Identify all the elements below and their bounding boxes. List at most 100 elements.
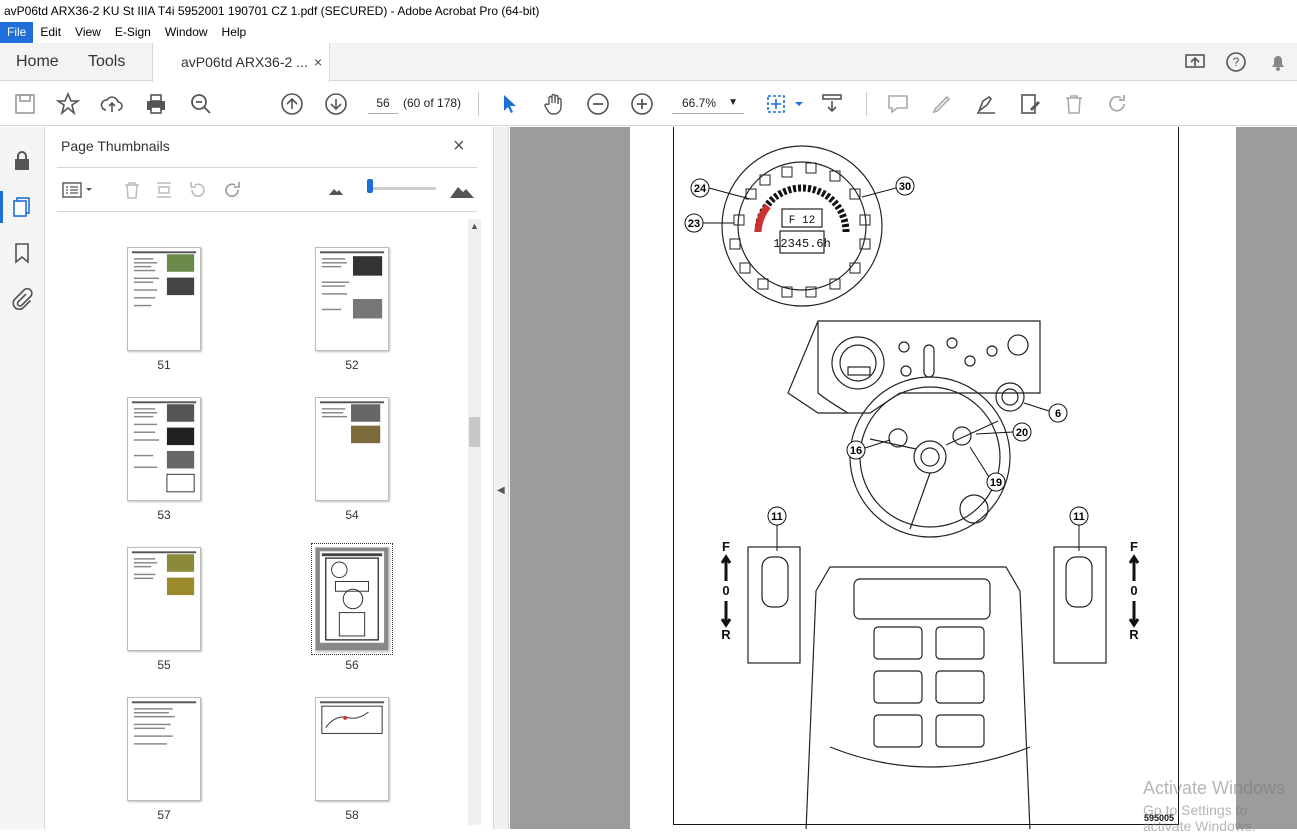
- toolbar-separator: [478, 92, 479, 116]
- menu-esign[interactable]: E-Sign: [108, 22, 158, 43]
- left-rail: [0, 127, 45, 829]
- zoom-in-icon[interactable]: [630, 92, 654, 116]
- upload-cloud-icon[interactable]: [100, 92, 124, 116]
- page-thumbnail-51[interactable]: [127, 247, 201, 351]
- menu-edit[interactable]: Edit: [33, 22, 68, 43]
- panel-divider: [57, 167, 477, 168]
- print-icon[interactable]: [144, 92, 168, 116]
- thumbnail-label: 56: [345, 658, 359, 672]
- collapse-panel-icon[interactable]: ◀: [497, 485, 505, 496]
- page-fit-icon[interactable]: [764, 92, 788, 116]
- save-icon[interactable]: [13, 92, 37, 116]
- page-thumbnail-58[interactable]: [315, 697, 389, 801]
- panel-close-icon[interactable]: ×: [453, 135, 465, 158]
- menu-window[interactable]: Window: [158, 22, 215, 43]
- delete-page-icon[interactable]: [121, 179, 143, 201]
- page-thumbnail-54[interactable]: [315, 397, 389, 501]
- tab-document[interactable]: avP06td ARX36-2 ... ×: [152, 43, 330, 82]
- help-icon[interactable]: ?: [1225, 51, 1247, 73]
- options-menu-icon[interactable]: [61, 179, 95, 201]
- zoom-value: 66.7%: [682, 96, 717, 110]
- panel-divider: [57, 211, 477, 212]
- sign-pen-icon[interactable]: [974, 92, 998, 116]
- page-thumbnail-56[interactable]: [311, 543, 393, 655]
- edit-document-icon[interactable]: [1018, 92, 1042, 116]
- hand-tool-icon[interactable]: [542, 92, 566, 116]
- attachment-icon[interactable]: [10, 287, 34, 311]
- page-thumbnail-52[interactable]: [315, 247, 389, 351]
- svg-text:19: 19: [990, 477, 1002, 489]
- thumbnail-size-slider[interactable]: [368, 187, 436, 190]
- menu-bar: File Edit View E-Sign Window Help: [0, 22, 1297, 43]
- highlight-pen-icon[interactable]: [930, 92, 954, 116]
- thumbnail-label: 57: [157, 808, 171, 822]
- comment-icon[interactable]: [886, 92, 910, 116]
- svg-text:11: 11: [771, 511, 783, 523]
- callout-11-right: 11: [1069, 506, 1089, 551]
- menu-help[interactable]: Help: [215, 22, 254, 43]
- thumbnail-label: 52: [345, 358, 359, 372]
- bell-icon[interactable]: [1267, 51, 1289, 73]
- pdf-page: F 12 12345.6h 24 30 23 6 20 16 19 11 11 …: [630, 127, 1236, 829]
- bookmark-icon[interactable]: [10, 241, 34, 265]
- callout-24: 24: [690, 178, 751, 200]
- tab-close-icon[interactable]: ×: [314, 43, 322, 81]
- scroll-mode-icon[interactable]: [820, 92, 844, 116]
- main-toolbar: 56 (60 of 178) 66.7% ▼: [0, 82, 1297, 126]
- svg-text:20: 20: [1016, 427, 1028, 439]
- extract-page-icon[interactable]: [153, 179, 175, 201]
- slider-handle[interactable]: [367, 179, 373, 193]
- next-page-icon[interactable]: [324, 92, 348, 116]
- panel-title: Page Thumbnails: [61, 138, 170, 154]
- callout-6: 6: [1023, 402, 1068, 423]
- large-thumbnail-icon[interactable]: [449, 179, 475, 201]
- page-number-input[interactable]: 56: [368, 92, 398, 114]
- page-thumbnail-57[interactable]: [127, 697, 201, 801]
- scrollbar-thumb[interactable]: [469, 417, 480, 447]
- zoom-search-icon[interactable]: [189, 92, 213, 116]
- thumbnail-scrollbar[interactable]: ▲: [468, 219, 481, 825]
- chevron-down-icon[interactable]: [787, 92, 803, 116]
- page-thumbnail-53[interactable]: [127, 397, 201, 501]
- thumbnail-toolbar: [57, 177, 477, 205]
- previous-page-icon[interactable]: [280, 92, 304, 116]
- zoom-out-icon[interactable]: [586, 92, 610, 116]
- redo-icon[interactable]: [1106, 92, 1130, 116]
- lever-label-f-right: F: [1130, 539, 1138, 554]
- share-screen-icon[interactable]: [1184, 51, 1206, 73]
- menu-view[interactable]: View: [68, 22, 108, 43]
- scroll-up-icon[interactable]: ▲: [470, 221, 479, 231]
- page-count-label: (60 of 178): [403, 96, 462, 110]
- tab-tools[interactable]: Tools: [88, 43, 125, 81]
- activation-watermark-title: Activate Windows: [1143, 778, 1286, 798]
- toolbar-separator: [866, 92, 867, 116]
- thumbnail-label: 58: [345, 808, 359, 822]
- zoom-select[interactable]: 66.7% ▼: [672, 92, 744, 114]
- page-thumbnail-55[interactable]: [127, 547, 201, 651]
- rotate-right-icon[interactable]: [221, 179, 243, 201]
- callout-30: 30: [861, 176, 915, 198]
- small-thumbnail-icon[interactable]: [327, 179, 345, 201]
- lever-label-r-right: R: [1129, 627, 1139, 642]
- callout-16: 16: [846, 439, 891, 460]
- tab-bar: Home Tools avP06td ARX36-2 ... × ?: [0, 43, 1297, 82]
- tab-document-label: avP06td ARX36-2 ...: [181, 54, 308, 70]
- lever-label-r-left: R: [721, 627, 731, 642]
- page-thumbnails-icon[interactable]: [0, 191, 34, 223]
- tab-home[interactable]: Home: [16, 43, 59, 81]
- select-cursor-icon[interactable]: [498, 92, 522, 116]
- panel-splitter[interactable]: ◀: [493, 127, 509, 829]
- display-hours-text: 12345.6h: [773, 237, 831, 251]
- svg-text:6: 6: [1055, 408, 1061, 420]
- lever-label-f-left: F: [722, 539, 730, 554]
- star-icon[interactable]: [55, 91, 81, 116]
- page-thumbnails-panel: Page Thumbnails × 51 52 53 54 55 56 57 5…: [45, 127, 493, 829]
- delete-icon[interactable]: [1062, 92, 1086, 116]
- svg-text:23: 23: [688, 218, 700, 230]
- document-viewer[interactable]: F 12 12345.6h 24 30 23 6 20 16 19 11 11 …: [510, 127, 1297, 829]
- svg-text:?: ?: [1233, 55, 1240, 69]
- lock-icon[interactable]: [10, 149, 34, 173]
- rotate-left-icon[interactable]: [187, 179, 209, 201]
- menu-file[interactable]: File: [0, 22, 34, 43]
- cab-controls-figure: F 12 12345.6h 24 30 23 6 20 16 19 11 11 …: [684, 145, 1139, 829]
